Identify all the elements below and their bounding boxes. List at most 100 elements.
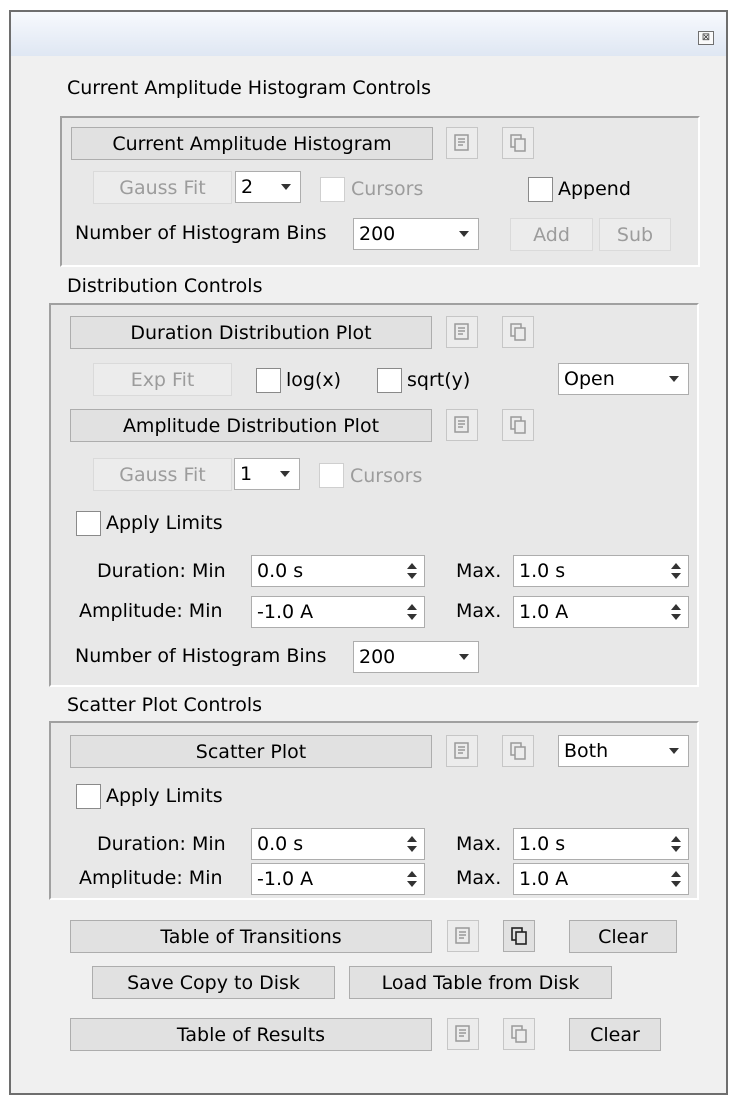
amplitude-min-value: -1.0 A [257,868,314,890]
spin-arrows-icon[interactable] [670,869,682,891]
sqrty-checkbox[interactable] [377,368,402,393]
spin-arrows-icon[interactable] [670,834,682,856]
script-icon[interactable] [447,1018,479,1050]
panel-titlebar: ⊠ [11,12,726,56]
amplitude-min-value: -1.0 A [257,601,314,623]
amplitude-max-value: 1.0 A [519,601,569,623]
chevron-down-icon [459,231,469,237]
apply-limits-label: Apply Limits [106,785,223,807]
duration-max-label: Max. [456,560,502,582]
copy-icon[interactable] [502,409,534,441]
scatter-mode-value: Both [564,740,609,762]
amplitude-min-spinbox[interactable]: -1.0 A [251,863,425,895]
duration-min-label: Duration: Min [97,833,226,855]
amplitude-min-label: Amplitude: Min [79,867,223,889]
scatter-plot-button[interactable]: Scatter Plot [70,735,432,768]
results-clear-button[interactable]: Clear [569,1018,661,1051]
amplitude-distribution-plot-button[interactable]: Amplitude Distribution Plot [70,409,432,442]
amplitude-min-label: Amplitude: Min [79,600,223,622]
histogram-bins-value: 200 [359,646,396,668]
duration-max-spinbox[interactable]: 1.0 s [513,555,689,587]
sqrty-label: sqrt(y) [407,369,471,391]
chevron-down-icon [281,184,291,190]
state-value: Open [564,368,615,390]
duration-min-spinbox[interactable]: 0.0 s [251,555,425,587]
apply-limits-checkbox[interactable] [76,511,101,536]
logx-label: log(x) [286,369,342,391]
cursors-checkbox[interactable] [319,463,344,488]
duration-min-label: Duration: Min [97,560,226,582]
amplitude-max-spinbox[interactable]: 1.0 A [513,863,689,895]
duration-max-label: Max. [456,833,502,855]
current-amplitude-group: Current Amplitude Histogram Gauss Fit 2 … [60,116,700,267]
cursors-checkbox[interactable] [320,177,345,202]
transitions-clear-button[interactable]: Clear [569,920,677,953]
amplitude-max-label: Max. [456,867,502,889]
script-icon[interactable] [447,920,479,952]
duration-max-spinbox[interactable]: 1.0 s [513,828,689,860]
save-copy-to-disk-button[interactable]: Save Copy to Disk [92,966,335,999]
chevron-down-icon [669,376,679,382]
histogram-bins-select[interactable]: 200 [353,641,479,673]
cursors-label: Cursors [351,178,424,200]
script-icon[interactable] [446,409,478,441]
gauss-count-select[interactable]: 2 [235,171,301,203]
spin-arrows-icon[interactable] [670,602,682,624]
table-of-results-button[interactable]: Table of Results [70,1018,432,1051]
amplitude-max-value: 1.0 A [519,868,569,890]
gauss-count-value: 1 [240,463,253,485]
copy-icon[interactable] [503,1018,535,1050]
duration-min-value: 0.0 s [257,560,304,582]
spin-arrows-icon[interactable] [406,834,418,856]
load-table-from-disk-button[interactable]: Load Table from Disk [349,966,612,999]
gauss-fit-button[interactable]: Gauss Fit [93,171,232,204]
amplitude-min-spinbox[interactable]: -1.0 A [251,596,425,628]
duration-distribution-plot-button[interactable]: Duration Distribution Plot [70,316,432,349]
duration-min-value: 0.0 s [257,833,304,855]
spin-arrows-icon[interactable] [406,602,418,624]
close-icon[interactable]: ⊠ [698,31,714,45]
chevron-down-icon [280,471,290,477]
append-checkbox[interactable] [528,177,553,202]
append-label: Append [558,178,631,200]
amplitude-max-label: Max. [456,600,502,622]
spin-arrows-icon[interactable] [670,561,682,583]
script-icon[interactable] [446,127,478,159]
state-select[interactable]: Open [558,363,689,395]
scatter-group: Scatter Plot Both Apply Limits Duration:… [49,721,699,900]
duration-max-value: 1.0 s [519,833,566,855]
current-amplitude-histogram-button[interactable]: Current Amplitude Histogram [71,127,433,160]
histogram-bins-label: Number of Histogram Bins [75,645,327,667]
exp-fit-button[interactable]: Exp Fit [93,363,232,396]
histogram-bins-label: Number of Histogram Bins [75,222,327,244]
distribution-group: Duration Distribution Plot Exp Fit log(x… [49,303,699,687]
distribution-section-title: Distribution Controls [67,275,263,297]
histogram-bins-select[interactable]: 200 [353,218,479,250]
gauss-fit-button[interactable]: Gauss Fit [93,458,232,491]
spin-arrows-icon[interactable] [406,561,418,583]
gauss-count-value: 2 [241,176,254,198]
scatter-mode-select[interactable]: Both [558,735,689,767]
copy-icon[interactable] [502,127,534,159]
copy-icon[interactable] [502,316,534,348]
histogram-panel: ⊠ Current Amplitude Histogram Controls C… [9,10,728,1095]
apply-limits-checkbox[interactable] [76,784,101,809]
histogram-bins-value: 200 [359,223,396,245]
spin-arrows-icon[interactable] [406,869,418,891]
amplitude-max-spinbox[interactable]: 1.0 A [513,596,689,628]
current-amplitude-section-title: Current Amplitude Histogram Controls [67,77,431,99]
add-button[interactable]: Add [510,218,593,251]
chevron-down-icon [459,654,469,660]
copy-icon[interactable] [503,920,535,952]
gauss-count-select[interactable]: 1 [234,458,300,490]
table-of-transitions-button[interactable]: Table of Transitions [70,920,432,953]
sub-button[interactable]: Sub [599,218,671,251]
logx-checkbox[interactable] [256,368,281,393]
copy-icon[interactable] [502,735,534,767]
duration-max-value: 1.0 s [519,560,566,582]
script-icon[interactable] [446,316,478,348]
duration-min-spinbox[interactable]: 0.0 s [251,828,425,860]
script-icon[interactable] [446,735,478,767]
scatter-section-title: Scatter Plot Controls [67,694,263,716]
cursors-label: Cursors [350,465,423,487]
